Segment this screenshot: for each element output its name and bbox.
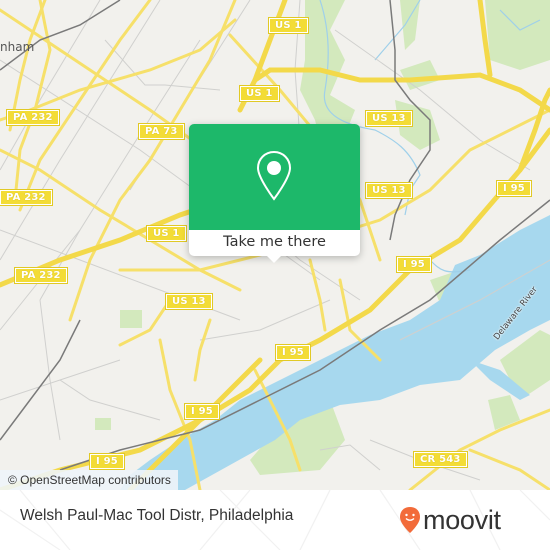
road-shield-i95: I 95 [496, 180, 532, 197]
road-shield-pa232: PA 232 [14, 267, 68, 284]
road-shield-i95: I 95 [396, 256, 432, 273]
moovit-pin-icon [400, 507, 420, 533]
map[interactable]: nham US 1 US 1 US 1 PA 232 PA 232 PA 232… [0, 0, 550, 490]
popup-pointer [266, 255, 282, 263]
directions-popup: Take me there [189, 124, 360, 263]
road-shield-us1: US 1 [268, 17, 309, 34]
osm-attribution[interactable]: © OpenStreetMap contributors [0, 470, 178, 490]
road-shield-pa232: PA 232 [6, 109, 60, 126]
moovit-wordmark: moovit [423, 504, 501, 535]
road-shield-us13: US 13 [365, 110, 413, 127]
road-shield-us1: US 1 [239, 85, 280, 102]
road-shield-us13: US 13 [365, 182, 413, 199]
moovit-logo[interactable]: moovit [399, 500, 501, 540]
road-shield-cr543: CR 543 [413, 451, 468, 468]
location-title: Welsh Paul-Mac Tool Distr, Philadelphia [20, 507, 294, 524]
road-shield-i95: I 95 [275, 344, 311, 361]
road-shield-pa232: PA 232 [0, 189, 53, 206]
place-label: nham [0, 40, 35, 54]
road-shield-i95: I 95 [89, 453, 125, 470]
footer: Welsh Paul-Mac Tool Distr, Philadelphia … [0, 490, 550, 550]
road-shield-us1: US 1 [146, 225, 187, 242]
road-shield-i95: I 95 [184, 403, 220, 420]
road-shield-us13: US 13 [165, 293, 213, 310]
map-pin-icon [256, 150, 292, 201]
road-shield-pa73: PA 73 [138, 123, 185, 140]
popup-header [189, 124, 360, 230]
take-me-there-button[interactable]: Take me there [189, 230, 360, 256]
